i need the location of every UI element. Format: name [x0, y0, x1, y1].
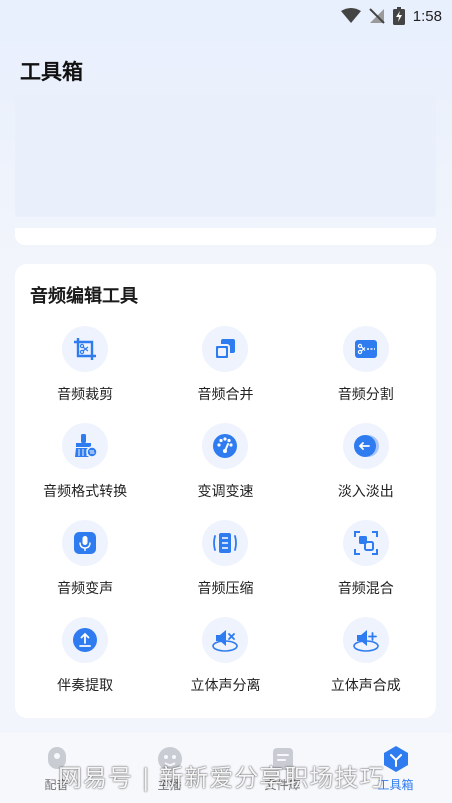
tool-audio-merge[interactable]: 音频合并: [155, 326, 295, 423]
status-bar: 1:58: [0, 0, 452, 32]
toolbox-icon: [382, 745, 410, 773]
status-time: 1:58: [412, 7, 442, 25]
tool-label: 立体声合成: [330, 678, 401, 694]
section-title: 音频编辑工具: [30, 286, 138, 307]
tool-grid: 音频裁剪 音频合并 音频分割 音频格式转换 变调变速 淡入淡出 音频变声 音频压…: [15, 326, 436, 714]
tool-label: 音频分割: [337, 387, 394, 403]
tool-label: 伴奏提取: [57, 678, 114, 694]
tool-fade-in-out[interactable]: 淡入淡出: [296, 423, 436, 520]
compress-icon: [202, 520, 249, 566]
voice-mic-icon: [62, 520, 109, 566]
tool-label: 立体声分离: [190, 678, 261, 694]
audio-tools-card: 音频编辑工具 音频裁剪 音频合并 音频分割 音频格式转换 变调变速 淡入淡出 音…: [15, 264, 436, 718]
speed-dial-icon: [202, 423, 249, 469]
tool-audio-compress[interactable]: 音频压缩: [155, 520, 295, 617]
format-convert-brush-icon: [62, 423, 109, 469]
tool-label: 音频格式转换: [43, 484, 128, 500]
split-scissors-icon: [342, 326, 389, 372]
tool-label: 变调变速: [197, 484, 254, 500]
no-signal-icon: [369, 8, 385, 24]
banner-bottom-strip: [15, 228, 436, 245]
tool-audio-split[interactable]: 音频分割: [296, 326, 436, 423]
fade-arrow-icon: [342, 423, 389, 469]
battery-charging-icon: [392, 7, 405, 25]
crop-scissors-icon: [62, 326, 109, 372]
tool-label: 音频变声: [57, 581, 114, 597]
tool-label: 音频合并: [197, 387, 254, 403]
wifi-icon: [340, 8, 361, 23]
extract-upload-icon: [62, 617, 109, 663]
merge-squares-icon: [202, 326, 249, 372]
tool-accompaniment-extract[interactable]: 伴奏提取: [15, 617, 155, 714]
stereo-merge-speaker-icon: [342, 617, 389, 663]
tool-audio-format-convert[interactable]: 音频格式转换: [15, 423, 155, 520]
tool-label: 淡入淡出: [337, 484, 394, 500]
tool-audio-mix[interactable]: 音频混合: [296, 520, 436, 617]
stereo-split-speaker-icon: [202, 617, 249, 663]
tool-label: 音频混合: [337, 581, 394, 597]
tool-label: 音频压缩: [197, 581, 254, 597]
tool-stereo-split[interactable]: 立体声分离: [155, 617, 295, 714]
mix-icon: [342, 520, 389, 566]
tool-stereo-merge[interactable]: 立体声合成: [296, 617, 436, 714]
page-title: 工具箱: [20, 60, 83, 84]
banner-area[interactable]: [15, 95, 436, 217]
tool-label: 音频裁剪: [57, 387, 114, 403]
tool-pitch-speed[interactable]: 变调变速: [155, 423, 295, 520]
tool-voice-change[interactable]: 音频变声: [15, 520, 155, 617]
watermark-text: 网易号 | 新新爱分享职场技巧: [58, 764, 385, 792]
tool-audio-crop[interactable]: 音频裁剪: [15, 326, 155, 423]
